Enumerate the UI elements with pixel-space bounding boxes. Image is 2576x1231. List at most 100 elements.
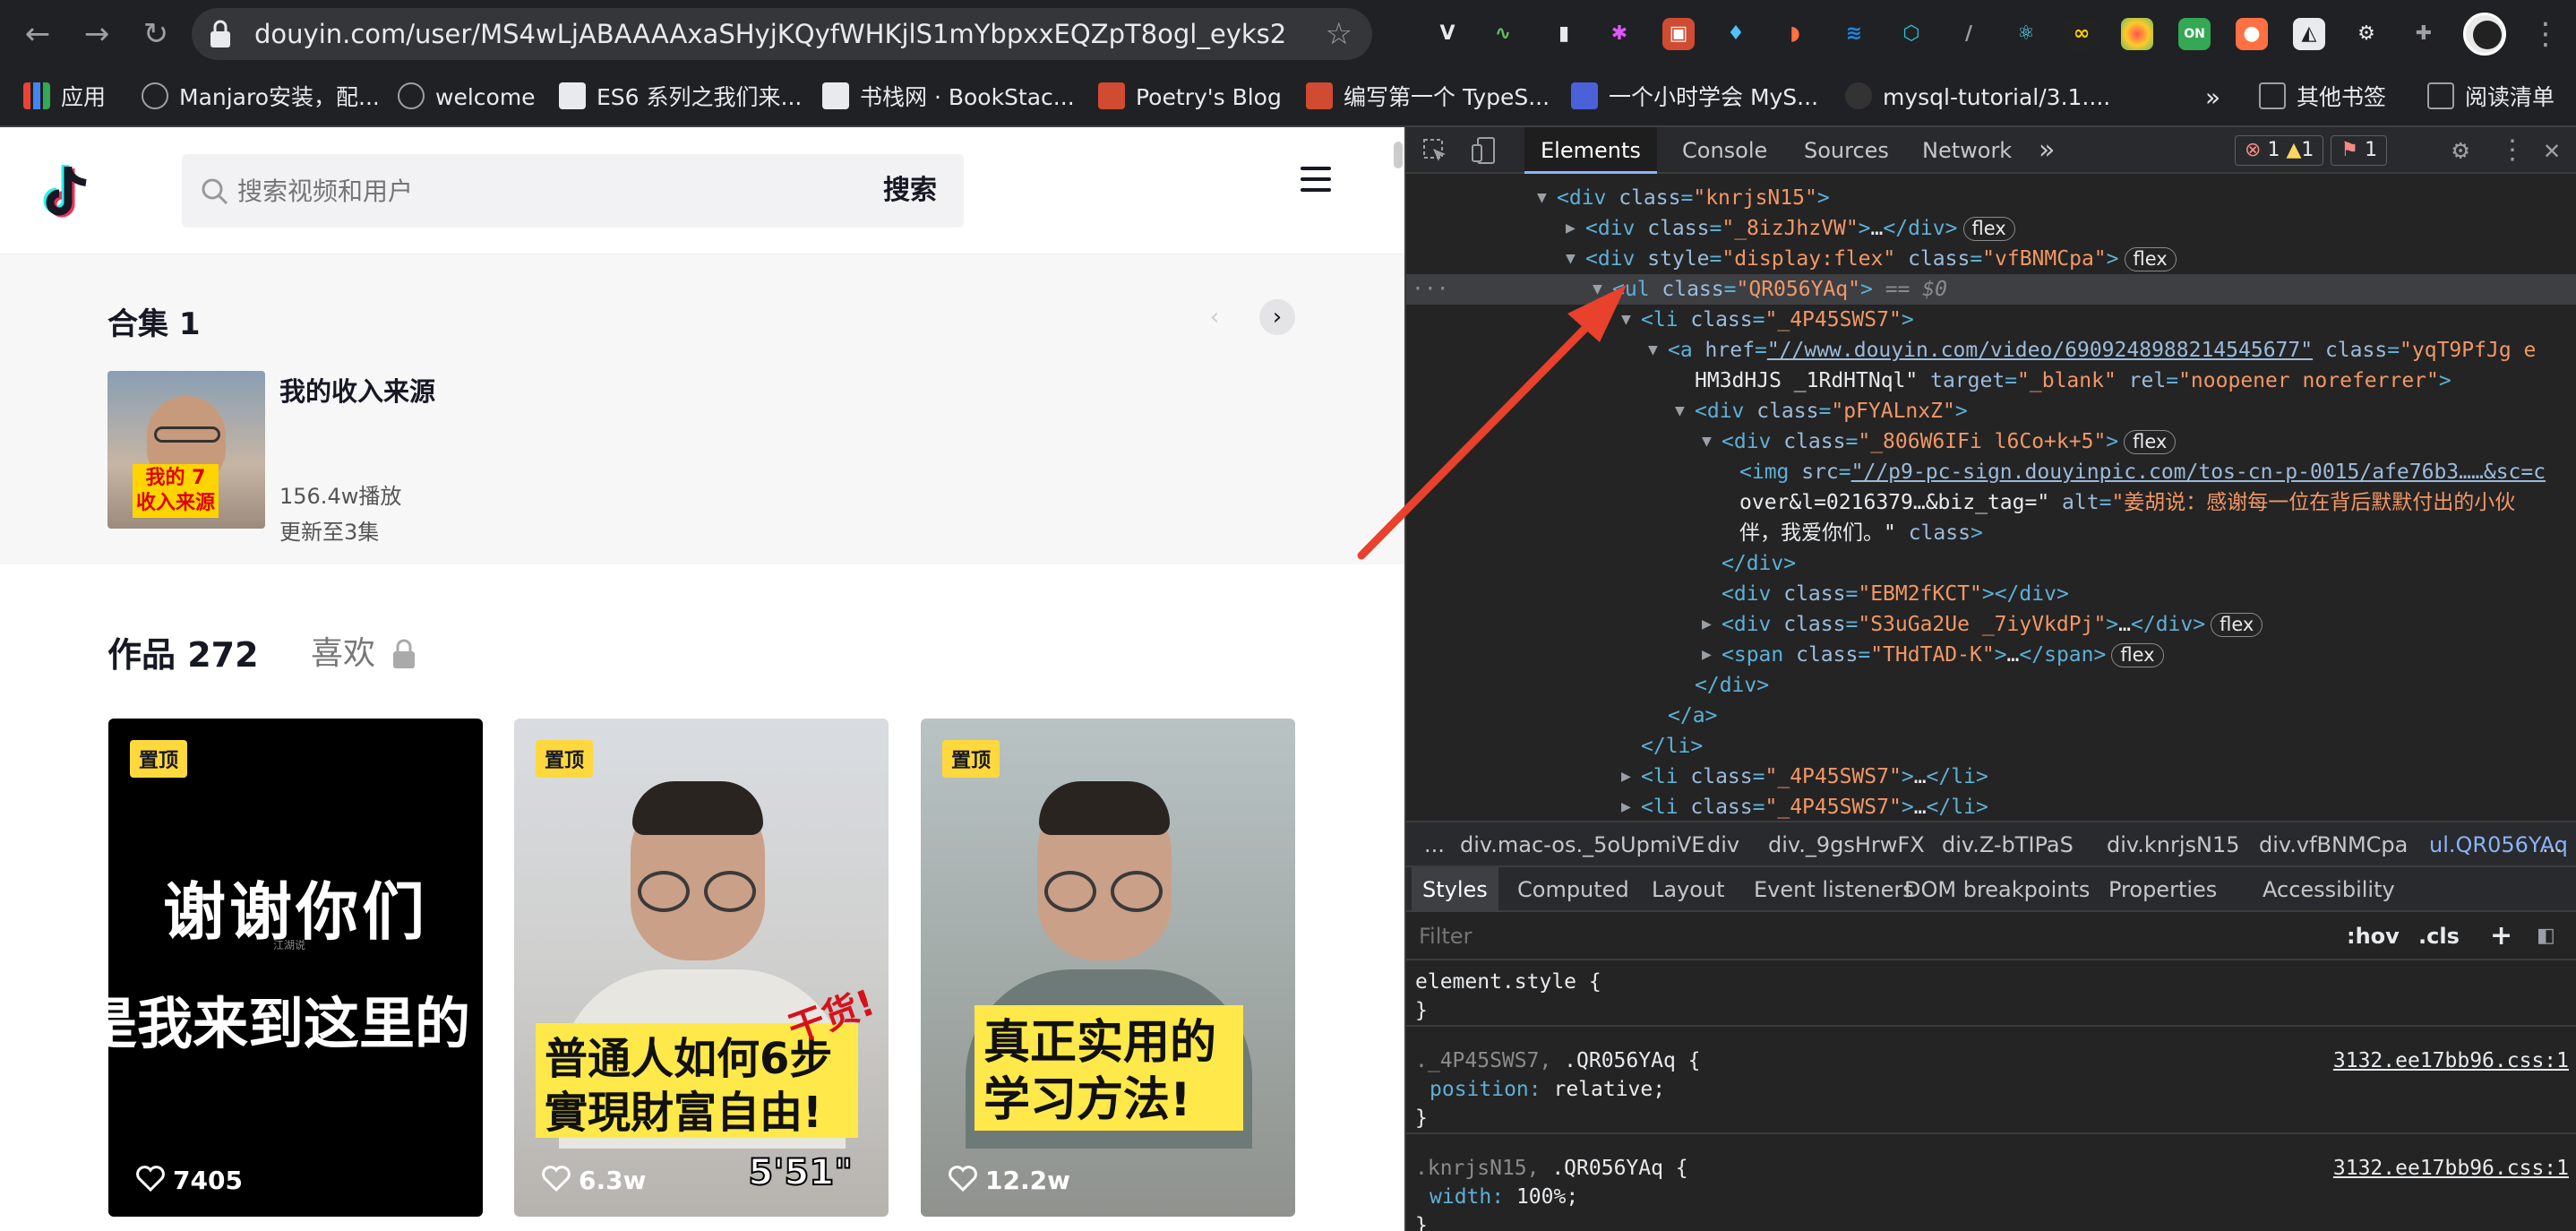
pinwheel-extension-icon[interactable]: ✱	[1603, 18, 1636, 50]
dom-node[interactable]: ▼ <div class="knrjsN15">	[1406, 183, 2576, 213]
css-rule[interactable]: element.style {}	[1406, 962, 2576, 1027]
styles-tab[interactable]: DOM breakpoints	[1904, 867, 2090, 912]
address-bar[interactable]: douyin.com/user/MS4wLjABAAAAxaSHyjKQyfWH…	[192, 8, 1372, 60]
close-icon[interactable]: ✕	[2544, 127, 2560, 174]
bookmark-welcome[interactable]: welcome	[398, 68, 536, 127]
bookmark-mysql[interactable]: 一个小时学会 MyS...	[1571, 68, 1818, 127]
breadcrumb-item[interactable]: ...	[1424, 822, 1445, 867]
bookmarks-overflow-icon[interactable]: »	[2205, 68, 2220, 127]
reload-icon[interactable]: ↻	[134, 13, 177, 56]
react-extension-icon[interactable]: ⚛	[2010, 18, 2042, 50]
settings-extension-icon[interactable]: ⚙	[2350, 18, 2383, 50]
bookmark-manjaro[interactable]: Manjaro安装，配...	[142, 68, 380, 127]
expand-triangle-icon[interactable]: ▼	[1648, 335, 1658, 366]
dom-node[interactable]: ▶ <li class="_4P45SWS7">…</li>	[1406, 792, 2576, 821]
breadcrumb-item[interactable]: ...	[2542, 822, 2563, 867]
bookmark-typescript[interactable]: 编写第一个 TypeS...	[1306, 68, 1550, 127]
expand-triangle-icon[interactable]: ▼	[1593, 274, 1602, 305]
expand-triangle-icon[interactable]: ▶	[1566, 213, 1576, 244]
css-property[interactable]: position: relative;	[1406, 1075, 2576, 1104]
dom-node[interactable]: ▼ <li class="_4P45SWS7">	[1406, 305, 2576, 335]
dom-node[interactable]: 伴，我爱你们。" class>	[1406, 518, 2576, 548]
tab-sources[interactable]: Sources	[1804, 127, 1889, 174]
dom-tree[interactable]: ▼ <div class="knrjsN15"> ▶ <div class="_8iz…	[1406, 176, 2576, 821]
styles-tab[interactable]: Computed	[1517, 867, 1629, 912]
dom-node[interactable]: </a>	[1406, 701, 2576, 731]
flex-badge[interactable]: flex	[2111, 643, 2164, 667]
search-input[interactable]	[237, 154, 775, 228]
wave-extension-icon[interactable]: ∿	[1487, 18, 1519, 50]
flex-badge[interactable]: flex	[2124, 430, 2177, 454]
breadcrumb-item[interactable]: div.knrjsN15	[2107, 822, 2240, 867]
dom-node[interactable]: ▼ <a href="//www.douyin.com/video/6909248…	[1406, 335, 2576, 366]
expand-triangle-icon[interactable]: ▼	[1702, 426, 1712, 457]
dom-node[interactable]: </div>	[1406, 670, 2576, 701]
dom-node[interactable]: ▶ <li class="_4P45SWS7">…</li>	[1406, 762, 2576, 792]
orange-extension-icon[interactable]: ●	[2236, 18, 2268, 50]
rule-source-link[interactable]: 3132.ee17bb96.css:1	[2333, 1046, 2569, 1075]
tab-works[interactable]: 作品 272	[107, 627, 259, 676]
dom-node[interactable]: HM3dHJS _1RdHTNql" target="_blank" rel="…	[1406, 366, 2576, 396]
styles-tab[interactable]: Event listeners	[1754, 867, 1914, 912]
video-card[interactable]: 置顶 普通人如何6步 實現財富自由! 干货! 5'51" 6.3w	[514, 719, 889, 1217]
bookmark-extension-icon[interactable]: ▮	[1548, 18, 1580, 50]
collection-item-title[interactable]: 我的收入来源	[279, 371, 435, 409]
bookmark-poetry[interactable]: Poetry's Blog	[1098, 68, 1282, 127]
tab-elements[interactable]: Elements	[1524, 127, 1657, 174]
sock-extension-icon[interactable]: ◗	[1779, 18, 1811, 50]
scrollbar[interactable]	[1394, 142, 1403, 168]
inspect-element-icon[interactable]	[1422, 138, 1449, 165]
video-card[interactable]: 置顶 谢谢你们 江湖说 是我来到这里的 7405	[108, 719, 483, 1217]
filter-input[interactable]	[1419, 919, 2279, 953]
breadcrumb-item[interactable]: div.vfBNMCpa	[2259, 822, 2408, 867]
expand-triangle-icon[interactable]: ▶	[1621, 762, 1631, 792]
profile-avatar[interactable]	[2463, 13, 2506, 56]
dom-node[interactable]: </li>	[1406, 731, 2576, 762]
breadcrumb-item[interactable]: div._9gsHrwFX	[1768, 822, 1925, 867]
hex-extension-icon[interactable]: ⬡	[1895, 18, 1928, 50]
hov-toggle[interactable]: :hov	[2347, 912, 2400, 960]
dom-node[interactable]: <img src="//p9-pc-sign.douyinpic.com/tos…	[1406, 457, 2576, 487]
expand-triangle-icon[interactable]: ▼	[1566, 244, 1576, 274]
node-ellipsis[interactable]: ···	[1412, 274, 1449, 305]
bookmark-star-icon[interactable]: ☆	[1326, 8, 1352, 60]
bookmark-apps[interactable]: 应用	[23, 68, 106, 127]
stripes-extension-icon[interactable]: ≋	[1838, 18, 1870, 50]
collection-thumbnail[interactable]: 我的 7 收入来源	[107, 371, 265, 529]
styles-tab[interactable]: Layout	[1652, 867, 1725, 912]
gear-icon[interactable]: ⚙	[2452, 127, 2469, 174]
color-extension-icon[interactable]	[2121, 18, 2153, 50]
expand-triangle-icon[interactable]: ▶	[1702, 609, 1712, 640]
expand-triangle-icon[interactable]: ▼	[1537, 183, 1547, 213]
error-badge[interactable]: ⊗ 1 ▲1	[2235, 135, 2324, 166]
sidebar-toggle-icon[interactable]: ◧	[2537, 912, 2555, 960]
video-card[interactable]: 置顶 真正实用的 学习方法! 12.2w	[921, 719, 1295, 1217]
dom-node[interactable]: over&l=0216379…&biz_tag=" alt="姜胡说：感谢每一位…	[1406, 487, 2576, 518]
lock-icon[interactable]	[208, 19, 233, 49]
flex-badge[interactable]: flex	[1962, 217, 2015, 241]
flex-badge[interactable]: flex	[2211, 613, 2263, 637]
dom-node[interactable]: ▼ <div class="pFYALnxZ">	[1406, 396, 2576, 426]
search-box[interactable]: 搜索	[182, 154, 964, 228]
dom-node[interactable]: ▶ <div class="S3uGa2Ue _7iyVkdPj">…</div>…	[1406, 609, 2576, 640]
chevron-right-icon[interactable]: ›	[1259, 299, 1295, 335]
dom-node[interactable]: <div class="EBM2fKCT"></div>	[1406, 579, 2576, 609]
back-icon[interactable]: ←	[16, 13, 59, 56]
douyin-logo-icon[interactable]	[36, 163, 93, 226]
breadcrumb-item[interactable]: div.mac-os._5oUpmiVE	[1460, 822, 1704, 867]
flex-badge[interactable]: flex	[2124, 247, 2177, 271]
red-extension-icon[interactable]: ▣	[1662, 18, 1695, 50]
bookmark-es6[interactable]: ES6 系列之我们来...	[559, 68, 802, 127]
kebab-menu-icon[interactable]: ⋮	[2499, 127, 2526, 174]
reading-list[interactable]: 阅读清单	[2427, 68, 2555, 127]
more-tabs-icon[interactable]: »	[2039, 127, 2055, 174]
feather-extension-icon[interactable]: ∕	[1953, 18, 1985, 50]
cls-toggle[interactable]: .cls	[2418, 912, 2460, 960]
issue-badges[interactable]: ⊗ 1 ▲1 ⚑ 1	[2235, 135, 2388, 166]
breadcrumb-item[interactable]: div.Z-bTIPaS	[1942, 822, 2074, 867]
expand-triangle-icon[interactable]: ▼	[1621, 305, 1631, 335]
dom-node-selected[interactable]: ··· ▼ <ul class="QR056YAq"> == $0	[1406, 274, 2576, 305]
search-button[interactable]: 搜索	[883, 154, 937, 228]
infinity-extension-icon[interactable]: ∞	[2065, 18, 2098, 50]
styles-tab[interactable]: Styles	[1412, 867, 1498, 912]
